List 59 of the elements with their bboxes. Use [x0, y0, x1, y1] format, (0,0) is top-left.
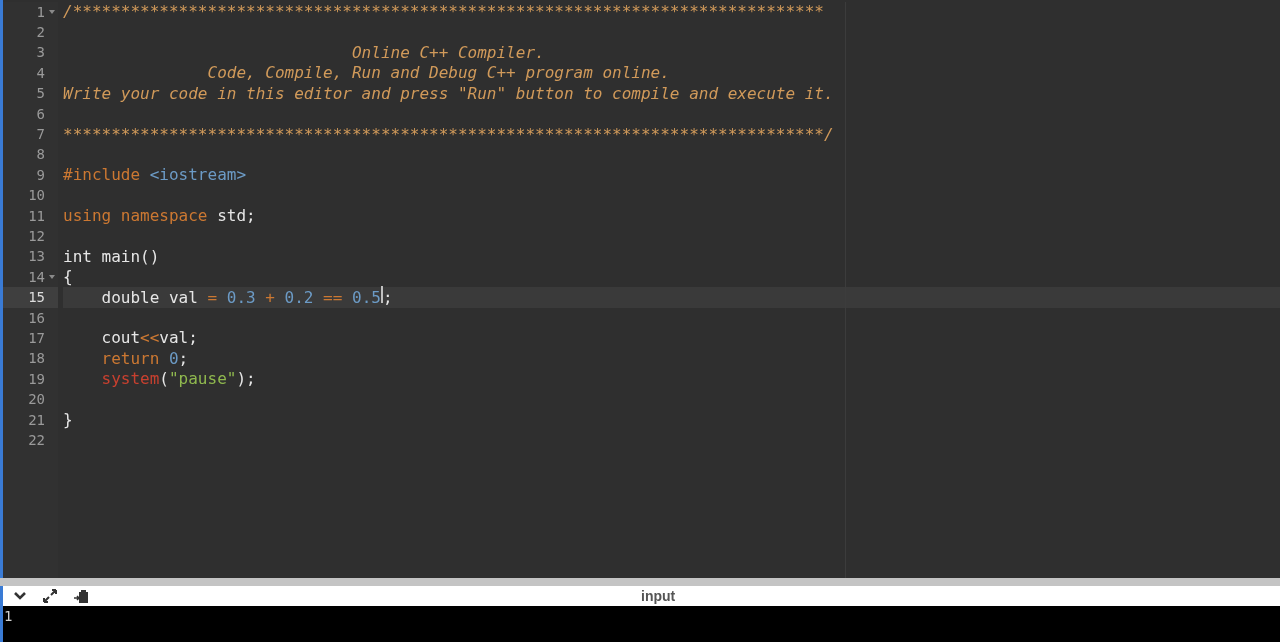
line-number: 17 — [28, 328, 45, 348]
line-number: 22 — [28, 430, 45, 450]
code-token: Code, Compile, Run and Debug C++ program online. — [206, 62, 670, 85]
panel-label: input — [641, 586, 676, 606]
code-token: 0.2 — [284, 286, 315, 309]
code-token: #include — [63, 164, 142, 187]
code-token: *******************************************************************************/ — [63, 123, 834, 146]
code-token: } — [63, 409, 73, 431]
line-number: 4 — [36, 63, 45, 83]
line-number: 11 — [28, 206, 45, 226]
line-number: 20 — [28, 390, 45, 410]
line-number: 1 — [36, 2, 45, 22]
chevron-down-icon[interactable] — [13, 591, 27, 601]
code-token: "pause" — [168, 368, 237, 391]
code-token: return — [100, 347, 161, 370]
line-number: 15 — [28, 288, 45, 308]
line-number: 10 — [28, 186, 45, 206]
code-token: ; — [382, 286, 393, 309]
code-token: + — [265, 286, 276, 309]
line-number: 18 — [28, 349, 45, 369]
code-token: ); — [236, 368, 256, 391]
line-number: 13 — [28, 247, 45, 267]
code-token: <iostream> — [149, 164, 247, 187]
expand-icon[interactable] — [41, 588, 59, 604]
code-token: ( — [159, 368, 169, 391]
line-number: 19 — [28, 369, 45, 389]
clipboard-icon[interactable] — [73, 588, 89, 604]
output-text: 1 — [4, 608, 13, 624]
code-token: cout — [100, 327, 141, 350]
line-number: 9 — [36, 165, 45, 185]
code-token: 0.5 — [352, 286, 381, 309]
code-token: double val — [100, 286, 199, 309]
code-token: 0 — [168, 347, 179, 370]
code-token: using namespace — [63, 205, 208, 228]
code-token: == — [323, 286, 344, 309]
line-number: 3 — [36, 43, 45, 63]
code-token: Write your code in this editor and press "Run" button to compile and execute it. — [63, 82, 834, 105]
fold-arrow-icon[interactable] — [49, 10, 55, 14]
line-number: 12 — [28, 227, 45, 246]
fold-arrow-icon[interactable] — [49, 275, 55, 280]
line-number: 5 — [36, 84, 45, 104]
code-token: Online C++ Compiler. — [351, 42, 545, 64]
code-token: /****************************************************************************** — [63, 1, 824, 24]
code-token: val; — [159, 327, 198, 350]
code-token: std; — [216, 205, 256, 228]
line-number: 16 — [28, 308, 45, 328]
code-token: system — [100, 368, 160, 391]
line-number: 14 — [28, 267, 45, 287]
line-number: 7 — [36, 125, 45, 145]
code-token: int main() — [63, 245, 160, 268]
code-token: 0.3 — [226, 286, 257, 309]
code-token: { — [63, 266, 73, 289]
line-number: 2 — [36, 23, 45, 43]
line-number: 8 — [36, 145, 45, 165]
line-number: 21 — [28, 410, 45, 430]
code-token: ; — [178, 347, 189, 370]
line-number: 6 — [36, 104, 45, 124]
code-token: << — [140, 327, 160, 350]
code-token: = — [207, 286, 219, 309]
